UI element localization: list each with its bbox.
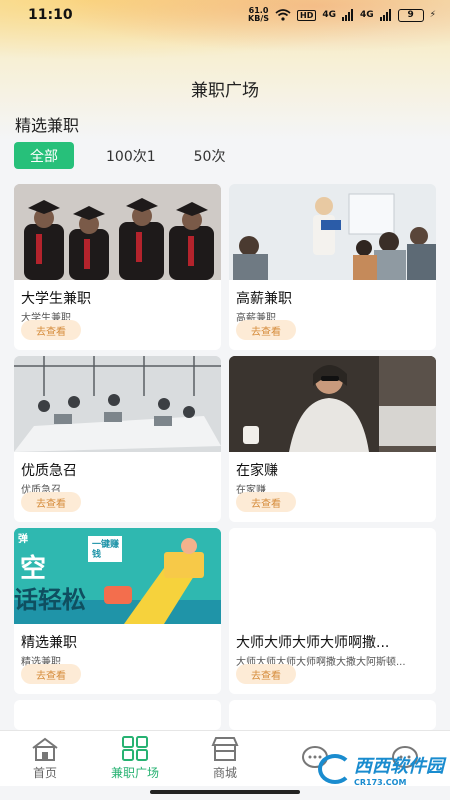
filter-tab-all[interactable]: 全部	[14, 142, 74, 169]
home-indicator	[150, 790, 300, 794]
signal-4g-1: 4G	[322, 10, 337, 20]
nav-home[interactable]: 首页	[5, 736, 85, 781]
nav-store[interactable]: 商城	[185, 736, 265, 781]
coworking-photo	[14, 356, 221, 452]
section-title: 精选兼职	[15, 116, 80, 135]
job-card-partial[interactable]	[14, 700, 221, 730]
charging-icon: ⚡	[429, 10, 436, 20]
watermark-sub: CR173.COM	[354, 777, 407, 787]
card-title: 精选兼职	[21, 635, 77, 651]
job-card[interactable]: 在家赚 在家赚 去查看	[229, 356, 436, 522]
nav-part-time[interactable]: 兼职广场	[95, 736, 175, 781]
watermark-text: 西西软件园	[354, 755, 444, 777]
filter-tab-50[interactable]: 50次	[180, 142, 240, 169]
page-title: 兼职广场	[191, 81, 259, 101]
promo-banner: 弹 空 一键赚钱 话轻松	[14, 528, 221, 624]
nav-label: 兼职广场	[110, 766, 159, 780]
grid-icon	[122, 736, 148, 761]
promo-text-4: 一键赚钱	[92, 540, 120, 560]
store-icon	[211, 737, 239, 761]
wifi-icon	[275, 9, 291, 21]
nav-label: 首页	[32, 766, 57, 780]
card-title: 优质急召	[21, 463, 77, 479]
home-icon	[32, 737, 58, 761]
promo-text-3: 话轻松	[14, 586, 86, 614]
promo-text-1: 弹	[18, 534, 28, 545]
graduation-photo	[14, 184, 221, 280]
card-title: 在家赚	[236, 463, 278, 479]
signal-bars-icon	[342, 9, 354, 21]
job-card[interactable]: 优质急召 优质急召 去查看	[14, 356, 221, 522]
status-time: 11:10	[28, 7, 73, 23]
card-image-empty	[229, 528, 436, 624]
hd-badge: HD	[297, 9, 317, 21]
card-title: 大学生兼职	[21, 291, 91, 307]
job-grid: 大学生兼职 大学生兼职 去查看 高薪兼职 高薪兼职 去查看 优质急召 优质急召 …	[14, 184, 436, 730]
watermark-logo: 西西软件园 CR173.COM	[318, 752, 444, 787]
view-button[interactable]: 去查看	[236, 664, 296, 684]
status-icons: 61.0 KB/S HD 4G 4G 9 ⚡	[248, 7, 436, 23]
job-card[interactable]: 大师大师大师大师啊撒... 大师大师大师大师啊撒大撒大阿斯顿... 去查看	[229, 528, 436, 694]
view-button[interactable]: 去查看	[236, 492, 296, 512]
job-card[interactable]: 大学生兼职 大学生兼职 去查看	[14, 184, 221, 350]
job-card[interactable]: 弹 空 一键赚钱 话轻松 精选兼职 精选兼职 去查看	[14, 528, 221, 694]
view-button[interactable]: 去查看	[21, 320, 81, 340]
battery-icon: 9	[397, 8, 424, 22]
view-button[interactable]: 去查看	[236, 320, 296, 340]
filter-tabs: 全部 100次1 50次	[14, 142, 249, 169]
job-card[interactable]: 高薪兼职 高薪兼职 去查看	[229, 184, 436, 350]
card-title: 高薪兼职	[236, 291, 292, 307]
net-speed: 61.0 KB/S	[248, 6, 270, 23]
office-meeting-photo	[229, 184, 436, 280]
work-from-home-photo	[229, 356, 436, 452]
status-bar: 11:10 61.0 KB/S HD 4G 4G 9 ⚡	[0, 0, 450, 30]
filter-tab-100[interactable]: 100次1	[92, 142, 170, 169]
signal-bars-icon-2	[379, 9, 391, 21]
view-button[interactable]: 去查看	[21, 492, 81, 512]
watermark-icon	[318, 754, 352, 784]
signal-4g-2: 4G	[360, 10, 374, 20]
card-title: 大师大师大师大师啊撒...	[236, 635, 390, 651]
job-card-partial[interactable]	[229, 700, 436, 730]
view-button[interactable]: 去查看	[21, 664, 81, 684]
nav-label: 商城	[212, 766, 237, 780]
